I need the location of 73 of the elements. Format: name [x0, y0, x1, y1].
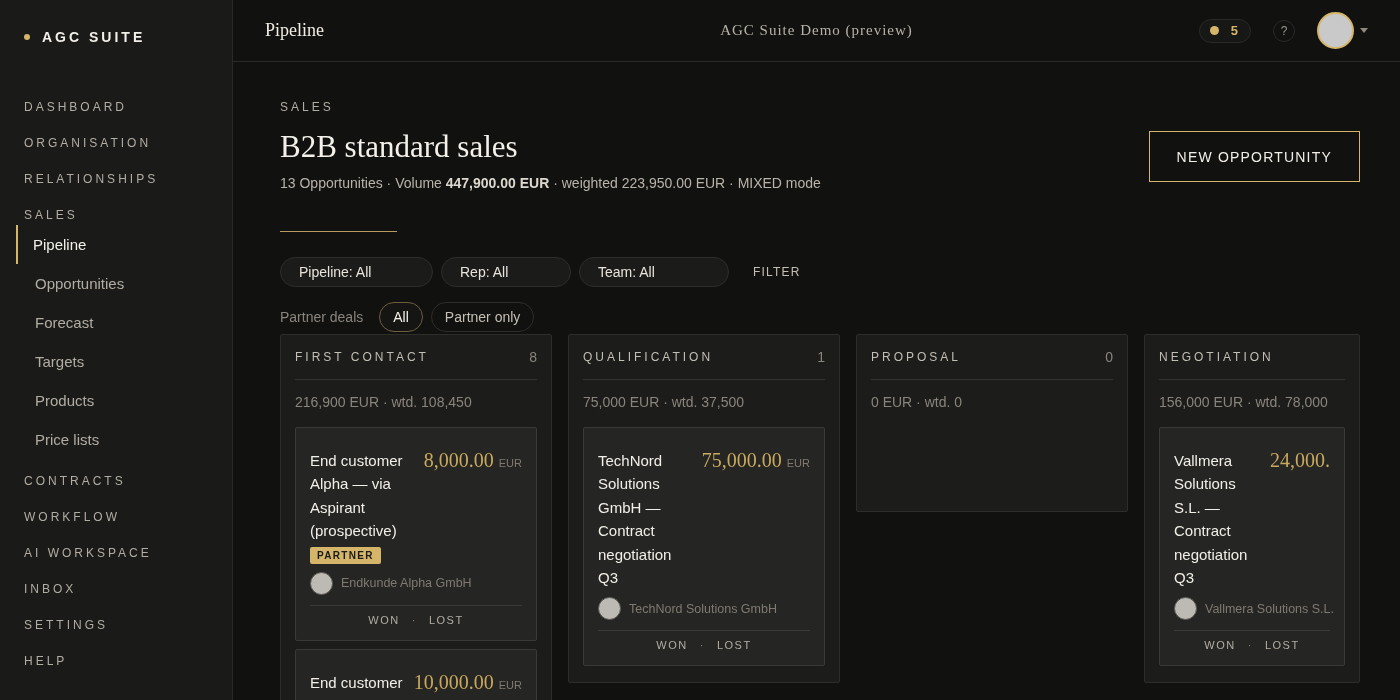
brand-name: AGC SUITE [42, 29, 146, 45]
column-count: 8 [529, 349, 537, 365]
nav-item[interactable]: Targets [16, 342, 232, 381]
nav-section[interactable]: WORKFLOW [0, 499, 232, 535]
toggle-option[interactable]: All [379, 302, 423, 332]
filter-dropdown[interactable]: Pipeline: All [280, 257, 433, 287]
status-dot-icon [1209, 26, 1219, 35]
nav-item[interactable]: Price lists [16, 420, 232, 459]
filter-button[interactable]: FILTER [753, 265, 801, 279]
won-link[interactable]: WON [1204, 639, 1236, 652]
currency-label: EUR [786, 457, 810, 469]
deal-title[interactable]: TechNord Solutions GmbH — Contract negotiation Q3 [598, 449, 694, 590]
account-name: TechNord Solutions GmbH [629, 601, 777, 616]
nav-item[interactable]: Opportunities [16, 264, 232, 303]
deal-amount: 10,000.00 [413, 670, 494, 694]
nav-section[interactable]: AI WORKSPACE [0, 535, 232, 571]
deal-card[interactable]: TechNord Solutions GmbH — Contract negotiation Q3 75,000.00 EUR TechNord Solutions GmbH WON · LOST [583, 427, 825, 667]
filter-dropdown[interactable]: Rep: All [441, 257, 571, 287]
avatar [598, 597, 621, 621]
lost-link[interactable]: LOST [1264, 639, 1300, 652]
brand-dot-icon [24, 34, 30, 40]
column-totals: 75,000 EUR · wtd. 37,500 [583, 394, 746, 410]
notification-pill[interactable]: 5 [1198, 18, 1251, 43]
currency-label: EUR [498, 678, 522, 691]
deal-amount: 8,000.00 [423, 449, 494, 472]
avatar [310, 571, 333, 595]
nav-item[interactable]: Products [16, 381, 232, 420]
page-heading: B2B standard sales [280, 128, 519, 166]
column-count: 1 [817, 349, 825, 365]
nav-item[interactable]: Forecast [16, 303, 232, 342]
column-totals: 216,900 EUR · wtd. 108,450 [295, 394, 473, 410]
won-link[interactable]: WON [368, 613, 400, 626]
summary-text: 13 Opportunities · Volume 447,900.00 EUR · weighted 223,950.00 EUR · MIXED mode [280, 175, 821, 191]
nav-section[interactable]: HELP [0, 643, 232, 679]
nav-section[interactable]: DASHBOARD [0, 89, 232, 125]
filter-dropdown[interactable]: Team: All [579, 257, 729, 287]
nav-section[interactable]: ORGANISATION [0, 125, 232, 161]
column-title: FIRST CONTACT [295, 350, 429, 364]
deal-card[interactable]: End customer Alpha — via Aspirant (prospective) PARTNER 8,000.00 EUR Endkunde Alpha GmbH WON · LOST [295, 427, 537, 641]
lost-link[interactable]: LOST [428, 613, 464, 626]
column-totals: 156,000 EUR · wtd. 78,000 [1159, 394, 1329, 410]
separator-dot: · [1247, 639, 1253, 652]
account-name: Vallmera Solutions S.L. [1205, 601, 1334, 616]
deal-amount: 24,000. [1270, 449, 1330, 472]
page-title: Pipeline [265, 20, 325, 41]
column-count: 0 [1105, 349, 1113, 365]
workspace-title: AGC Suite Demo (preview) [720, 22, 913, 39]
deal-card[interactable]: End customer 10,000.00 EUR [295, 648, 537, 700]
nav-section[interactable]: RELATIONSHIPS [0, 161, 232, 197]
column-totals: 0 EUR · wtd. 0 [871, 394, 964, 410]
deal-title[interactable]: Vallmera Solutions S.L. — Contract negotiation Q3 [1174, 449, 1262, 590]
currency-label: EUR [498, 457, 522, 469]
section-label: SALES [280, 100, 335, 114]
won-link[interactable]: WON [656, 639, 688, 652]
partner-badge: PARTNER [310, 546, 381, 564]
column-title: PROPOSAL [871, 350, 962, 364]
deal-title[interactable]: End customer [310, 670, 406, 695]
column-title: NEGOTIATION [1159, 350, 1274, 364]
avatar[interactable] [1317, 12, 1354, 49]
caret-icon[interactable] [1360, 28, 1368, 33]
separator-dot: · [699, 639, 705, 652]
nav-section[interactable]: INBOX [0, 571, 232, 607]
nav-section[interactable]: SETTINGS [0, 607, 232, 643]
lost-link[interactable]: LOST [716, 639, 752, 652]
column-title: QUALIFICATION [583, 350, 714, 364]
separator-dot: · [411, 613, 417, 626]
deal-title[interactable]: End customer Alpha — via Aspirant (prospective) [310, 449, 416, 543]
new-opportunity-button[interactable]: NEW OPPORTUNITY [1148, 131, 1360, 182]
nav-section[interactable]: CONTRACTS [0, 463, 232, 499]
nav-item[interactable]: Pipeline [16, 225, 232, 264]
deal-amount: 75,000.00 [701, 449, 782, 472]
account-name: Endkunde Alpha GmbH [341, 576, 472, 591]
partner-deals-label: Partner deals [280, 309, 364, 325]
